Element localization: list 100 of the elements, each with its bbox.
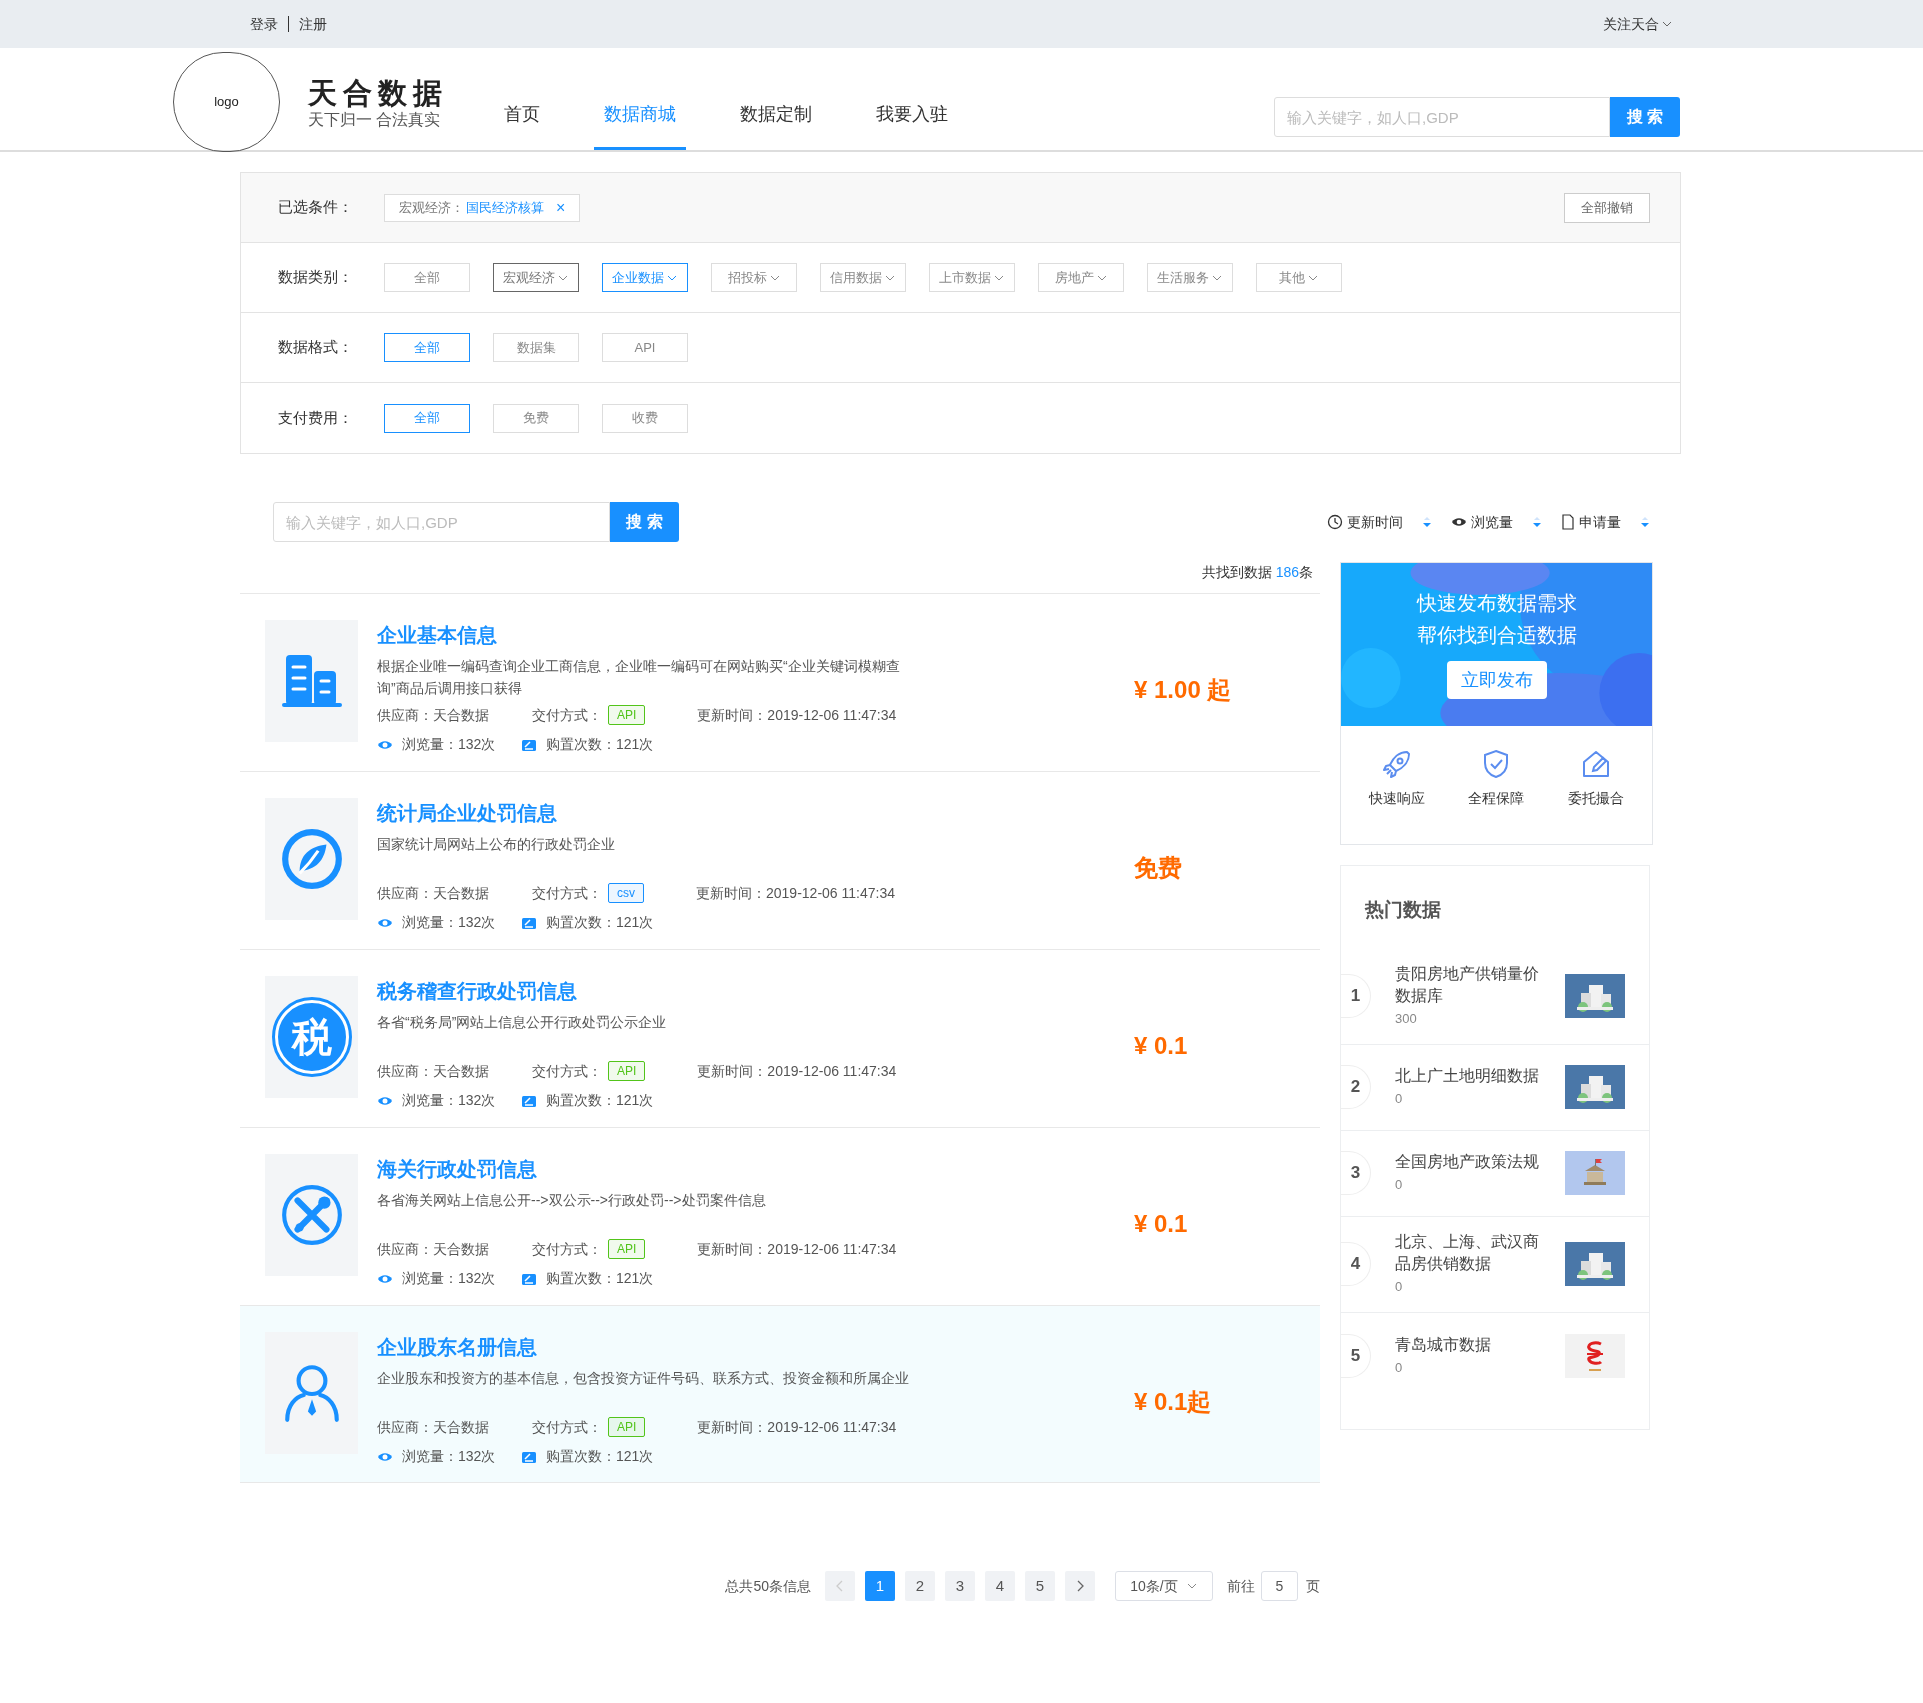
hot-item-count: 0 [1395, 1358, 1404, 1377]
card-icon [521, 915, 537, 930]
page-button[interactable]: 4 [985, 1571, 1015, 1601]
search-field[interactable]: 输入关键字，如人口,GDP [273, 502, 610, 542]
hot-item[interactable]: 3 全国房地产政策法规 0 [1341, 1130, 1649, 1217]
filter-option[interactable]: 收费 [602, 403, 688, 433]
result-item[interactable]: 企业股东名册信息 企业股东和投资方的基本信息，包含投资方证件号码、联系方式、投资金额和所属企业 供应商：天合数据 交付方式： API 更新时间：2019-12-06 11:47:34 浏览量：132次 购置次数：121次 ¥ 0.1起 [240, 1305, 1320, 1483]
filter-option[interactable]: 全部 [384, 263, 470, 292]
top-link[interactable]: 注册 [299, 13, 327, 35]
filter-label: 数据格式： [278, 337, 354, 358]
purchase-count: 购置次数：121次 [546, 735, 654, 754]
page-button[interactable]: 3 [945, 1571, 975, 1601]
search-field[interactable]: 输入关键字，如人口,GDP [1274, 97, 1610, 137]
nav-tab[interactable]: 数据定制 [730, 48, 822, 150]
filter-label: 支付费用： [278, 407, 354, 428]
delivery-tag: API [608, 1061, 646, 1081]
item-title[interactable]: 统计局企业处罚信息 [377, 798, 957, 828]
filter-option[interactable]: 全部 [384, 333, 470, 362]
hot-item-count: 0 [1395, 1090, 1404, 1108]
rocket-icon [1380, 748, 1413, 780]
hot-item-name: 全国房地产政策法规 [1395, 1152, 1540, 1172]
hot-item-name: 贵阳房地产供销量价数据库 [1395, 964, 1540, 1006]
top-link[interactable]: 登录 [250, 13, 278, 35]
filter-option[interactable]: 房地产 [1038, 263, 1124, 292]
card-icon [521, 1093, 537, 1108]
card-icon [521, 1449, 537, 1464]
next-page-button[interactable] [1065, 1571, 1095, 1601]
hot-item[interactable]: 1 贵阳房地产供销量价数据库 300 [1341, 948, 1649, 1045]
hot-item-name: 北京、上海、武汉商品房供销数据 [1395, 1232, 1540, 1274]
eye-icon [377, 1272, 393, 1285]
nav-tab[interactable]: 我要入驻 [866, 48, 958, 150]
search-button[interactable]: 搜 索 [1610, 97, 1680, 137]
clock-icon [1327, 514, 1343, 530]
delivery-tag: csv [608, 883, 644, 903]
result-count: 共找到数据 186条 [1201, 563, 1313, 582]
view-count: 浏览量：132次 [402, 735, 497, 754]
banner-text: 帮你找到合适数据 [1416, 623, 1577, 648]
filter-option[interactable]: 数据集 [493, 333, 579, 362]
filter-option[interactable]: 免费 [493, 403, 579, 433]
brand-slogan: 天下归一 合法真实 [308, 110, 442, 130]
delivery-tag: API [608, 1239, 646, 1259]
remove-button[interactable]: × [556, 199, 566, 216]
goto-label: 前往 [1227, 1576, 1255, 1596]
hot-item-count: 0 [1395, 1176, 1404, 1194]
supplier-text: 供应商：天合数据 [377, 1061, 490, 1081]
sort-icon [1531, 516, 1543, 528]
publish-button[interactable]: 立即发布 [1446, 661, 1547, 699]
sort-button[interactable]: 更新时间 [1327, 511, 1433, 533]
page-button[interactable]: 2 [905, 1571, 935, 1601]
card-icon [521, 1271, 537, 1286]
sort-button[interactable]: 浏览量 [1451, 511, 1543, 533]
page-button[interactable]: 1 [865, 1571, 895, 1601]
sort-icon [1421, 516, 1433, 528]
nav-tab[interactable]: 首页 [494, 48, 550, 150]
item-title[interactable]: 税务稽查行政处罚信息 [377, 976, 957, 1006]
page-input[interactable]: 5 [1261, 1571, 1298, 1601]
filter-option[interactable]: 宏观经济 [493, 263, 579, 292]
filter-option[interactable]: 企业数据 [602, 263, 688, 292]
price-text: ¥ 0.1起 [1134, 1387, 1212, 1417]
filter-option[interactable]: 生活服务 [1147, 263, 1233, 292]
filter-option[interactable]: API [602, 333, 688, 362]
eye-icon [1451, 516, 1467, 528]
hot-item[interactable]: 2 北上广土地明细数据 0 [1341, 1044, 1649, 1131]
chip-prefix: 宏观经济： [399, 198, 464, 217]
sort-button[interactable]: 申请量 [1561, 511, 1651, 533]
view-count: 浏览量：132次 [402, 1447, 497, 1466]
page-size-select[interactable]: 10条/页 [1115, 1571, 1213, 1601]
nav-tab[interactable]: 数据商城 [594, 48, 686, 150]
item-title[interactable]: 企业基本信息 [377, 620, 957, 650]
delivery-label: 交付方式： [532, 705, 602, 725]
hot-item-count: 0 [1395, 1278, 1404, 1296]
clear-all-button[interactable]: 全部撤销 [1564, 192, 1650, 223]
update-time: 更新时间：2019-12-06 11:47:34 [697, 1061, 897, 1081]
feature-label: 快速响应 [1368, 789, 1425, 808]
previous-page-button[interactable] [825, 1571, 855, 1601]
brand-name: 天合数据 [308, 76, 448, 110]
follow-menu[interactable]: 关注天合 [1603, 13, 1673, 35]
supplier-text: 供应商：天合数据 [377, 1417, 490, 1437]
eye-icon [377, 1094, 393, 1107]
filter-option[interactable]: 招投标 [711, 263, 797, 292]
filter-option[interactable]: 信用数据 [820, 263, 906, 292]
page-button[interactable]: 5 [1025, 1571, 1055, 1601]
hot-item[interactable]: 5 青岛城市数据 0 [1341, 1312, 1649, 1399]
price-text: ¥ 0.1 [1134, 1031, 1188, 1061]
filter-option[interactable]: 其他 [1256, 263, 1342, 292]
item-description: 根据企业唯一编码查询企业工商信息，企业唯一编码可在网站购买“企业关键词模糊查询”商品后调用接口获得 [377, 657, 901, 698]
view-count: 浏览量：132次 [402, 913, 497, 932]
supplier-text: 供应商：天合数据 [377, 705, 490, 725]
hot-item-name: 青岛城市数据 [1395, 1334, 1492, 1355]
item-description: 各省“税务局”网站上信息公开行政处罚公示企业 [377, 1013, 668, 1032]
filter-option[interactable]: 上市数据 [929, 263, 1015, 292]
search-button[interactable]: 搜 索 [610, 502, 679, 542]
item-description: 国家统计局网站上公布的行政处罚企业 [377, 835, 616, 854]
filter-option[interactable]: 全部 [384, 403, 470, 433]
feature-label: 委托撮合 [1568, 789, 1625, 808]
purchase-count: 购置次数：121次 [546, 1269, 654, 1288]
filter-label: 数据类别： [278, 267, 354, 288]
hot-item[interactable]: 4 北京、上海、武汉商品房供销数据 0 [1341, 1216, 1649, 1313]
price-text: ¥ 0.1 [1134, 1209, 1188, 1239]
item-title[interactable]: 海关行政处罚信息 [377, 1154, 957, 1184]
